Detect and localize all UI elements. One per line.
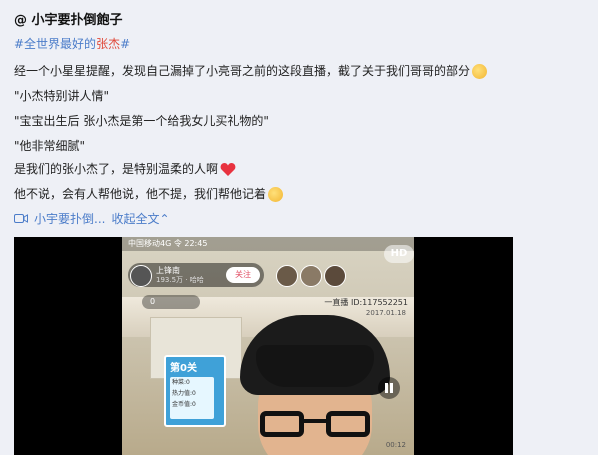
game-info-line: 热力值:0 — [172, 390, 196, 397]
coin-counter: 0 — [142, 295, 200, 309]
phone-status-bar: 中国移动4G 令 22:45 — [122, 237, 414, 251]
hashtag-link[interactable]: #全世界最好的张杰# — [14, 35, 130, 52]
follow-button[interactable]: 关注 — [226, 267, 260, 283]
post-line-1: 经一个小星星提醒，发现自己漏掉了小亮哥之前的这段直播，截了关于我们哥哥的部分 — [14, 62, 488, 79]
post-line-5: 是我们的张小杰了，是特别温柔的人啊 — [14, 160, 236, 178]
host-info: 上锋南 193.5万 · 哈哈 关注 — [128, 263, 264, 287]
video-link[interactable]: 小宇要扑倒... — [34, 210, 105, 227]
happy-emoji-icon — [268, 187, 284, 202]
game-overlay: 第0关 种菜:0 热力值:0 金币值:0 — [164, 355, 226, 427]
game-title: 第0关 — [170, 363, 197, 374]
collapse-label: 收起全文 — [111, 212, 160, 226]
post-line-3: "宝宝出生后 张小杰是第一个给我女儿买礼物的" — [14, 114, 269, 128]
post-line-6: 他不说，会有人帮他说，他不提，我们帮他记着 — [14, 185, 284, 202]
post-line-text: 他不说，会有人帮他说，他不提，我们帮他记着 — [14, 187, 267, 201]
video-camera-icon — [14, 213, 28, 224]
date-watermark: 2017.01.18 — [365, 309, 406, 317]
room-id: 一直播 ID:117552251 — [324, 298, 408, 307]
game-info-line: 金币值:0 — [172, 401, 196, 408]
hd-badge[interactable]: HD — [384, 245, 414, 263]
viewer-avatar[interactable] — [300, 265, 322, 287]
post-footer: 小宇要扑倒... 收起全文⌃ — [14, 210, 170, 227]
red-heart-icon — [220, 162, 236, 178]
post-author[interactable]: @ 小宇要扑倒飽子 — [14, 9, 123, 28]
viewer-avatar[interactable] — [276, 265, 298, 287]
chevron-up-icon: ⌃ — [159, 212, 170, 226]
game-info: 种菜:0 热力值:0 金币值:0 — [170, 377, 214, 419]
viewer-avatar[interactable] — [324, 265, 346, 287]
video-player[interactable]: 中国移动4G 令 22:45 上锋南 193.5万 · 哈哈 关注 HD 0 一… — [14, 237, 513, 455]
post-line-2: "小杰特别讲人情" — [14, 89, 110, 103]
hashtag-highlight: 张杰 — [96, 37, 121, 51]
smile-emoji-icon — [472, 64, 488, 79]
pause-icon[interactable] — [378, 377, 400, 399]
hashtag-suffix: # — [120, 37, 131, 51]
video-frame: 中国移动4G 令 22:45 上锋南 193.5万 · 哈哈 关注 HD 0 一… — [122, 237, 414, 455]
avatar[interactable] — [130, 265, 152, 287]
post-line-4: "他非常细腻" — [14, 139, 86, 153]
post-line-text: 是我们的张小杰了，是特别温柔的人啊 — [14, 162, 219, 176]
collapse-button[interactable]: 收起全文⌃ — [111, 210, 169, 227]
streamer-face — [240, 315, 390, 455]
hashtag-prefix: #全世界最好的 — [14, 37, 97, 51]
post-line-text: 经一个小星星提醒，发现自己漏掉了小亮哥之前的这段直播，截了关于我们哥哥的部分 — [14, 64, 471, 78]
game-info-line: 种菜:0 — [172, 379, 190, 386]
glasses — [260, 411, 370, 441]
hair-fringe — [256, 345, 374, 387]
time-watermark: 00:12 — [385, 441, 406, 449]
weibo-post: @ 小宇要扑倒飽子 #全世界最好的张杰# 经一个小星星提醒，发现自己漏掉了小亮哥… — [0, 0, 598, 455]
host-meta: 193.5万 · 哈哈 — [156, 276, 204, 284]
